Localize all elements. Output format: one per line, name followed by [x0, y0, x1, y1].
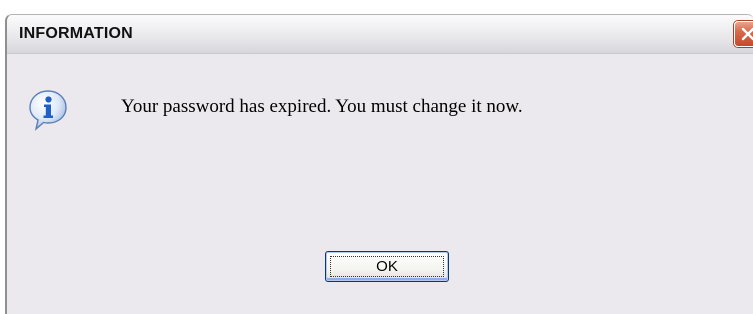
dialog-body: Your password has expired. You must chan… — [7, 54, 753, 314]
ok-button[interactable]: OK — [325, 251, 449, 282]
dialog-message: Your password has expired. You must chan… — [121, 96, 523, 117]
dialog-title: INFORMATION — [19, 25, 133, 42]
title-bar[interactable]: INFORMATION — [7, 15, 753, 54]
ok-button-label: OK — [376, 258, 398, 275]
information-icon — [29, 90, 67, 131]
close-icon — [741, 27, 753, 41]
close-button[interactable] — [734, 21, 753, 47]
information-dialog: INFORMATION Your password has expired. Y… — [5, 14, 753, 314]
